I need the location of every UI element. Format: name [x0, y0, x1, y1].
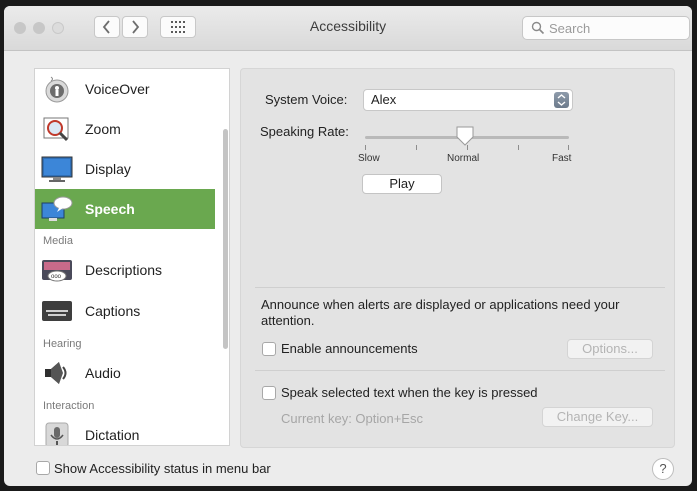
sidebar-item-label: Dictation [85, 427, 140, 443]
display-icon [41, 154, 73, 184]
speech-icon [41, 194, 73, 224]
options-button[interactable]: Options... [567, 339, 653, 359]
current-key-label: Current key: Option+Esc [281, 411, 423, 426]
dictation-icon [41, 420, 73, 445]
title-bar: Accessibility Search [4, 6, 692, 51]
svg-text:ooo: ooo [51, 274, 62, 280]
voiceover-icon [41, 74, 73, 104]
enable-announcements-label: Enable announcements [281, 341, 418, 356]
help-button[interactable]: ? [652, 458, 674, 480]
play-button[interactable]: Play [362, 174, 442, 194]
system-voice-label: System Voice: [265, 92, 348, 107]
sidebar-scrollbar[interactable] [223, 129, 228, 349]
search-placeholder: Search [549, 20, 591, 36]
sidebar-item-label: Display [85, 161, 131, 177]
speak-selected-text-checkbox[interactable] [262, 386, 276, 400]
sidebar-item-label: Descriptions [85, 262, 163, 278]
sidebar-item-label: VoiceOver [85, 81, 150, 97]
rate-normal-label: Normal [447, 153, 480, 164]
sidebar-item-captions[interactable]: Captions [35, 291, 215, 331]
rate-fast-label: Fast [552, 153, 572, 164]
system-voice-value: Alex [371, 92, 397, 107]
sidebar-item-label: Zoom [85, 121, 121, 137]
divider [255, 287, 665, 288]
speak-selected-text-label: Speak selected text when the key is pres… [281, 385, 538, 400]
system-voice-popup[interactable]: Alex [363, 89, 573, 111]
sidebar-header-interaction: Interaction [43, 400, 95, 412]
show-status-label: Show Accessibility status in menu bar [54, 461, 271, 476]
announce-description: Announce when alerts are displayed or ap… [261, 297, 620, 328]
sidebar-item-label: Audio [85, 365, 121, 381]
show-status-checkbox[interactable] [36, 461, 50, 475]
sidebar-item-label: Captions [85, 303, 141, 319]
slider-tick [365, 145, 366, 150]
slider-tick [518, 145, 519, 150]
sidebar-item-zoom[interactable]: Zoom [35, 109, 215, 149]
sidebar-item-voiceover[interactable]: VoiceOver [35, 69, 215, 109]
sidebar-item-speech[interactable]: Speech [35, 189, 215, 229]
search-icon [531, 21, 545, 35]
captions-icon [41, 296, 73, 326]
zoom-icon [41, 114, 73, 144]
sidebar-header-media: Media [43, 235, 73, 247]
popup-stepper-icon [554, 92, 569, 108]
sidebar-item-descriptions[interactable]: ooo Descriptions [35, 250, 215, 290]
slider-tick [416, 145, 417, 150]
search-field[interactable]: Search [522, 16, 690, 40]
speaking-rate-label: Speaking Rate: [260, 124, 349, 139]
sidebar-header-hearing: Hearing [43, 338, 82, 350]
sidebar-item-display[interactable]: Display [35, 149, 215, 189]
audio-icon [41, 358, 73, 388]
divider [255, 370, 665, 371]
sidebar-item-audio[interactable]: Audio [35, 353, 215, 393]
sidebar-item-label: Speech [85, 201, 135, 217]
enable-announcements-checkbox[interactable] [262, 342, 276, 356]
speech-settings-panel: System Voice: Alex Speaking Rate: Slow N… [240, 68, 675, 448]
sidebar-item-dictation[interactable]: Dictation [35, 415, 215, 445]
rate-slow-label: Slow [358, 153, 380, 164]
sidebar[interactable]: VoiceOver Zoom Display Speech Media ooo … [34, 68, 230, 446]
preferences-window: Accessibility Search VoiceOver Zoom Disp… [4, 6, 692, 486]
descriptions-icon: ooo [41, 255, 73, 285]
slider-tick [568, 145, 569, 150]
slider-knob[interactable] [456, 126, 474, 146]
change-key-button[interactable]: Change Key... [542, 407, 653, 427]
